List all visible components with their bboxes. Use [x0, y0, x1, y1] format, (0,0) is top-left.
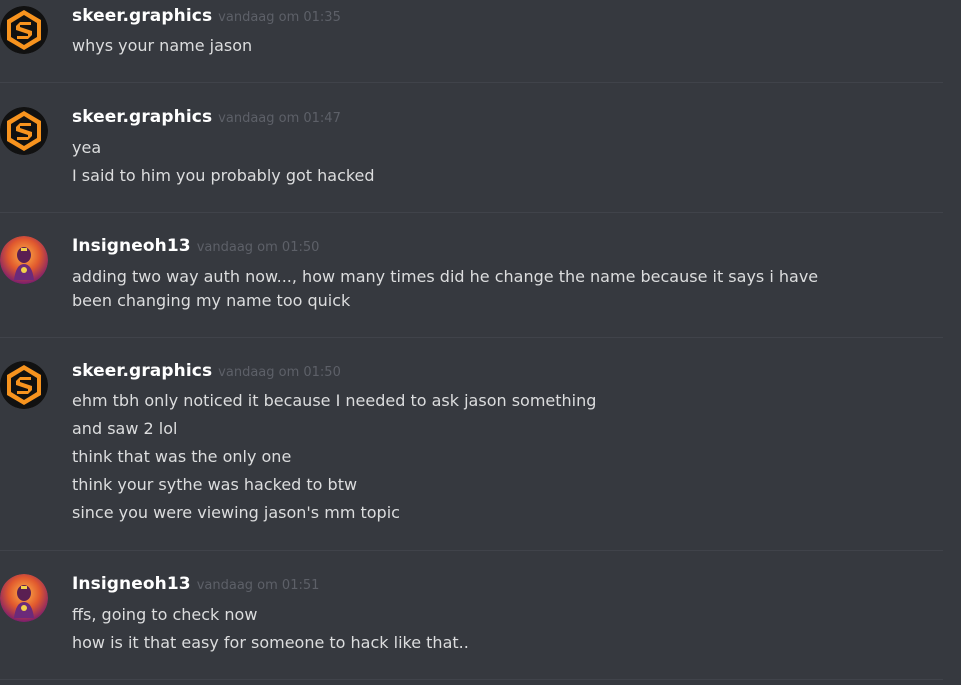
chat-message-list: skeer.graphics vandaag om 01:35 whys your…	[0, 0, 961, 685]
message-timestamp: vandaag om 01:50	[218, 365, 341, 380]
skeer-logo-icon[interactable]	[0, 6, 48, 54]
message-timestamp: vandaag om 01:51	[196, 578, 320, 593]
message-line: how is it that easy for someone to hack …	[72, 633, 469, 652]
message-header: skeer.graphics vandaag om 01:47	[72, 107, 341, 131]
message-divider	[0, 212, 943, 213]
character-portrait-icon[interactable]	[0, 236, 48, 284]
message-line: ffs, going to check now	[72, 605, 258, 624]
author-name[interactable]: skeer.graphics	[72, 6, 212, 26]
message-header: Insigneoh13 vandaag om 01:51	[72, 574, 319, 598]
author-name[interactable]: Insigneoh13	[72, 574, 191, 594]
message-divider	[0, 679, 943, 680]
skeer-logo-icon[interactable]	[0, 107, 48, 155]
author-name[interactable]: skeer.graphics	[72, 107, 212, 127]
message-divider	[0, 82, 943, 83]
message-line: ehm tbh only noticed it because I needed…	[72, 391, 597, 410]
message-timestamp: vandaag om 01:47	[218, 111, 341, 126]
message-divider	[0, 550, 943, 551]
author-name[interactable]: skeer.graphics	[72, 361, 212, 381]
message-divider	[0, 337, 943, 338]
message-header: skeer.graphics vandaag om 01:35	[72, 6, 341, 30]
character-portrait-icon[interactable]	[0, 574, 48, 622]
message-line: whys your name jason	[72, 36, 253, 55]
message-header: Insigneoh13 vandaag om 01:50	[72, 236, 319, 260]
message-line: adding two way auth now..., how many tim…	[72, 267, 819, 310]
message-line: since you were viewing jason's mm topic	[72, 503, 400, 522]
message-header: skeer.graphics vandaag om 01:50	[72, 361, 341, 385]
message-line: think that was the only one	[72, 447, 292, 466]
message-timestamp: vandaag om 01:50	[196, 240, 320, 255]
message-line: I said to him you probably got hacked	[72, 166, 375, 185]
message-line: think your sythe was hacked to btw	[72, 475, 358, 494]
message-line: yea	[72, 138, 102, 157]
message-line: and saw 2 lol	[72, 419, 178, 438]
message-timestamp: vandaag om 01:35	[218, 10, 341, 25]
author-name[interactable]: Insigneoh13	[72, 236, 191, 256]
skeer-logo-icon[interactable]	[0, 361, 48, 409]
